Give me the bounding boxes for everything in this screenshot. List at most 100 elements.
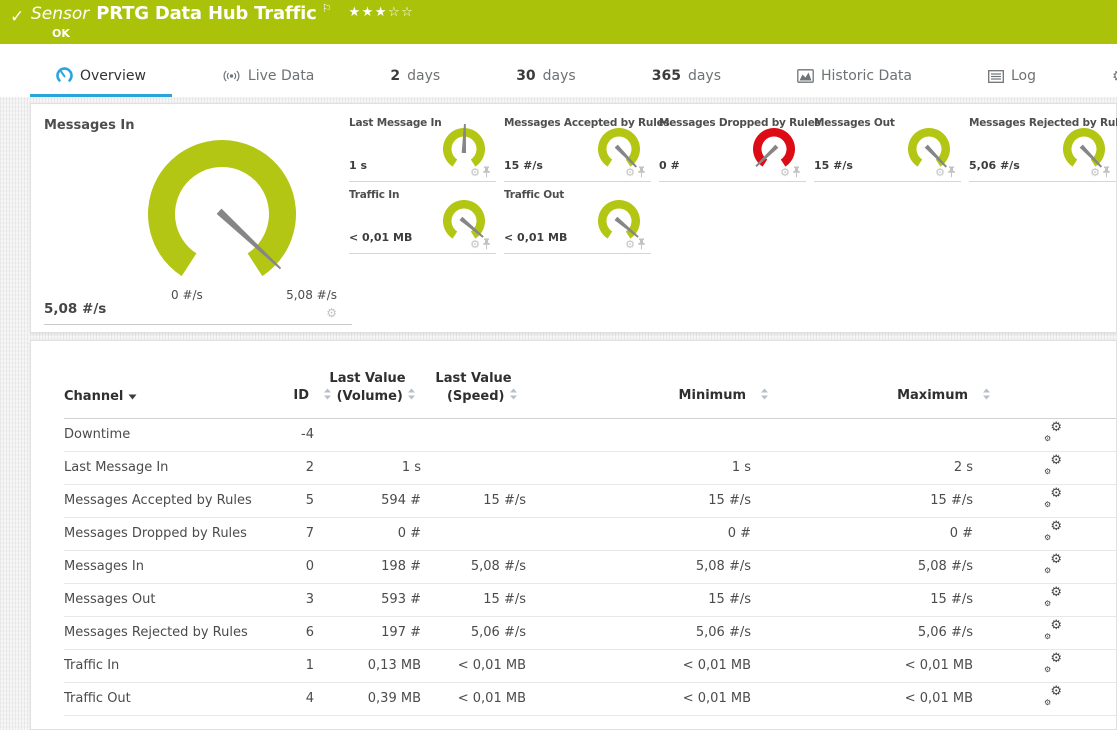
pin-icon[interactable]: [637, 166, 646, 178]
chart-icon: [797, 69, 814, 83]
gear-icon[interactable]: ⚙: [780, 167, 790, 178]
gauge-cell-icons: ⚙: [780, 166, 801, 178]
cell-speed: [421, 451, 526, 484]
tab-label: days: [407, 68, 440, 84]
cell-volume: 0,39 MB: [314, 682, 421, 715]
tab-bar: OverviewLive Data2days30days365daysHisto…: [0, 44, 1117, 97]
column-header-volume[interactable]: Last Value(Volume): [314, 341, 421, 418]
star-empty-icon[interactable]: ☆: [401, 5, 414, 20]
cell-volume: 197 #: [314, 616, 421, 649]
cell-id: -4: [244, 418, 314, 451]
cell-id: 3: [244, 583, 314, 616]
gauge-cell-icons: ⚙: [470, 166, 491, 178]
tab-settings[interactable]: ⚙Settings: [1086, 68, 1117, 97]
log-icon: [988, 70, 1004, 83]
cell-min: 15 #/s: [526, 583, 751, 616]
cell-actions: ⚙⚙: [973, 451, 1117, 484]
cell-min: [526, 418, 751, 451]
column-header-id[interactable]: ID: [244, 341, 314, 418]
pin-icon[interactable]: [792, 166, 801, 178]
tab-label: Historic Data: [821, 68, 912, 84]
star-filled-icon[interactable]: ★: [362, 5, 375, 20]
tab-overview[interactable]: Overview: [30, 67, 172, 97]
cell-actions: ⚙⚙: [973, 550, 1117, 583]
gear-icon[interactable]: ⚙: [326, 307, 337, 319]
tab-label: Live Data: [248, 68, 314, 84]
star-filled-icon[interactable]: ★: [375, 5, 388, 20]
cell-min: < 0,01 MB: [526, 649, 751, 682]
pin-icon[interactable]: [637, 238, 646, 250]
cell-id: 5: [244, 484, 314, 517]
gauge-dial: [134, 126, 310, 292]
pin-icon[interactable]: [947, 166, 956, 178]
cell-volume: 1 s: [314, 451, 421, 484]
broadcast-icon: [222, 70, 241, 82]
gear-icon[interactable]: ⚙: [470, 167, 480, 178]
channel-table-panel: ChannelIDLast Value(Volume) Last Value(S…: [30, 340, 1117, 730]
tab-label: Log: [1011, 68, 1036, 84]
tab-number: 30: [516, 68, 535, 84]
flag-icon[interactable]: ⚐: [322, 2, 332, 15]
channel-settings-icon[interactable]: ⚙⚙: [1044, 425, 1062, 440]
column-header-min[interactable]: Minimum: [526, 341, 751, 418]
gauge-traffic-out: Traffic Out< 0,01 MB⚙: [504, 182, 651, 254]
tab-365-days[interactable]: 365days: [626, 68, 747, 97]
column-sublabel: (Speed): [447, 389, 505, 404]
channel-settings-icon[interactable]: ⚙⚙: [1044, 689, 1062, 704]
cell-max: < 0,01 MB: [751, 649, 973, 682]
cell-channel: Downtime: [64, 418, 244, 451]
tab-live-data[interactable]: Live Data: [196, 68, 340, 97]
channel-settings-icon[interactable]: ⚙⚙: [1044, 590, 1062, 605]
channel-settings-icon[interactable]: ⚙⚙: [1044, 458, 1062, 473]
column-sublabel: (Volume): [337, 389, 403, 404]
channel-settings-icon[interactable]: ⚙⚙: [1044, 524, 1062, 539]
gauge-cell-icons: ⚙: [1090, 166, 1111, 178]
column-header-max[interactable]: Maximum: [751, 341, 973, 418]
gear-icon: ⚙: [1044, 699, 1051, 707]
column-header-speed[interactable]: Last Value(Speed): [421, 341, 526, 418]
cell-max: 5,08 #/s: [751, 550, 973, 583]
pin-icon[interactable]: [482, 166, 491, 178]
star-filled-icon[interactable]: ★: [348, 5, 361, 20]
gauge-value: 15 #/s: [504, 159, 543, 172]
channel-settings-icon[interactable]: ⚙⚙: [1044, 656, 1062, 671]
cell-actions: ⚙⚙: [973, 517, 1117, 550]
tab-30-days[interactable]: 30days: [490, 68, 602, 97]
gauge-value: 15 #/s: [814, 159, 853, 172]
column-header-actions: [973, 341, 1117, 418]
cell-channel: Traffic Out: [64, 682, 244, 715]
gear-icon[interactable]: ⚙: [625, 167, 635, 178]
channel-settings-icon[interactable]: ⚙⚙: [1044, 491, 1062, 506]
column-label: Last Value: [314, 371, 421, 388]
gear-icon[interactable]: ⚙: [935, 167, 945, 178]
pin-icon[interactable]: [1102, 166, 1111, 178]
gear-icon: ⚙: [1044, 666, 1051, 674]
cell-channel: Messages Dropped by Rules: [64, 517, 244, 550]
star-empty-icon[interactable]: ☆: [388, 5, 401, 20]
gauge-value: 5,08 #/s: [44, 301, 106, 317]
gear-icon: ⚙: [1050, 520, 1062, 533]
cell-speed: < 0,01 MB: [421, 682, 526, 715]
cell-speed: [421, 418, 526, 451]
cell-max: 0 #: [751, 517, 973, 550]
priority-stars[interactable]: ★★★☆☆: [348, 5, 414, 20]
cell-channel: Messages Accepted by Rules: [64, 484, 244, 517]
prtg-sensor-page: ✓ Sensor PRTG Data Hub Traffic ⚐ ★★★☆☆ O…: [0, 0, 1117, 730]
cell-actions: ⚙⚙: [973, 616, 1117, 649]
tab-historic-data[interactable]: Historic Data: [771, 68, 938, 97]
cell-min: 15 #/s: [526, 484, 751, 517]
table-row-last-message-in: Last Message In21 s1 s2 s⚙⚙: [64, 451, 1117, 484]
column-header-channel[interactable]: Channel: [64, 341, 244, 418]
cell-min: 1 s: [526, 451, 751, 484]
tab-log[interactable]: Log: [962, 68, 1062, 97]
cell-volume: 594 #: [314, 484, 421, 517]
gear-icon: ⚙: [1112, 69, 1117, 84]
gear-icon[interactable]: ⚙: [1090, 167, 1100, 178]
tab-number: 365: [652, 68, 681, 84]
gear-icon[interactable]: ⚙: [470, 239, 480, 250]
gear-icon[interactable]: ⚙: [625, 239, 635, 250]
pin-icon[interactable]: [482, 238, 491, 250]
channel-settings-icon[interactable]: ⚙⚙: [1044, 623, 1062, 638]
channel-settings-icon[interactable]: ⚙⚙: [1044, 557, 1062, 572]
tab-2-days[interactable]: 2days: [364, 68, 466, 97]
